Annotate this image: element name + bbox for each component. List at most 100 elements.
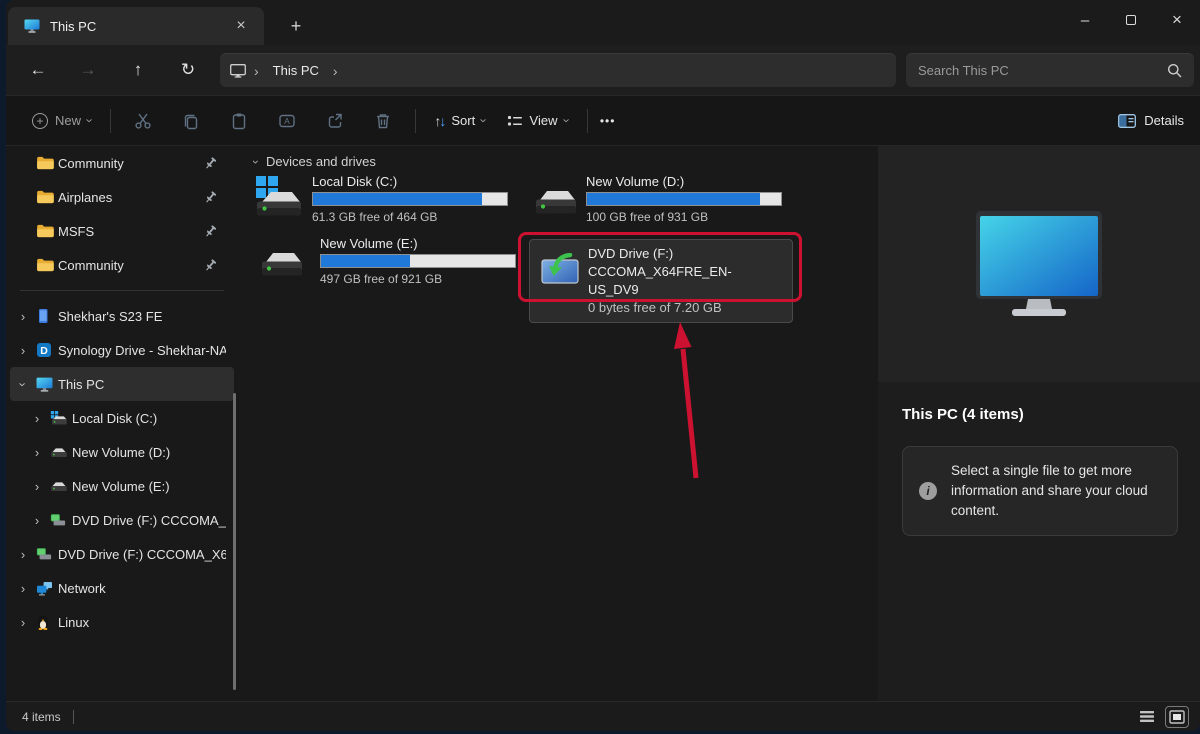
chevron-right-icon[interactable]: › xyxy=(24,445,50,460)
svg-text:A: A xyxy=(285,116,291,126)
pin-icon xyxy=(204,191,220,204)
sidebar-item-dvd-drive-f[interactable]: › DVD Drive (F:) CCCOMA_X64FRE xyxy=(10,537,234,571)
folder-icon xyxy=(36,156,58,170)
maximize-button[interactable] xyxy=(1108,0,1154,40)
sidebar-item-this-pc[interactable]: › This PC xyxy=(10,367,234,401)
chevron-right-icon[interactable]: › xyxy=(10,547,36,562)
toolbar-divider xyxy=(415,109,416,133)
delete-button[interactable] xyxy=(366,104,400,138)
close-tab-icon[interactable]: × xyxy=(228,13,254,39)
capacity-bar xyxy=(312,192,508,206)
drive-name: New Volume (E:) xyxy=(320,236,516,251)
search-icon[interactable] xyxy=(1167,63,1182,78)
drive-item-new-volume-e[interactable]: New Volume (E:) 497 GB free of 921 GB xyxy=(254,236,516,286)
refresh-button[interactable]: ↻ xyxy=(170,54,206,86)
titlebar: This PC × + – × xyxy=(6,0,1200,45)
sidebar-item-new-volume-d[interactable]: › New Volume (D:) xyxy=(10,435,234,469)
statusbar-divider xyxy=(73,710,74,724)
dvd-drive-icon xyxy=(50,513,72,527)
new-button[interactable]: + New › xyxy=(22,104,102,138)
sidebar-scrollbar[interactable] xyxy=(233,393,236,690)
chevron-right-icon[interactable]: › xyxy=(10,309,36,324)
phone-icon xyxy=(36,308,58,324)
pin-icon xyxy=(204,225,220,238)
capacity-bar-fill xyxy=(321,255,410,267)
drive-item-dvd-f[interactable]: DVD Drive (F:) CCCOMA_X64FRE_EN-US_DV9 0… xyxy=(529,239,793,323)
address-monitor-icon xyxy=(230,64,246,78)
close-window-button[interactable]: × xyxy=(1154,0,1200,40)
navigation-sidebar: › Community › Airplanes xyxy=(6,146,238,701)
paste-button[interactable] xyxy=(222,104,256,138)
details-view-toggle[interactable] xyxy=(1136,707,1158,727)
synology-drive-icon: D xyxy=(36,342,58,358)
details-title: This PC (4 items) xyxy=(902,406,1024,423)
sort-icon: ↑↓ xyxy=(434,113,444,129)
large-icons-view-toggle[interactable] xyxy=(1166,707,1188,727)
drive-icon xyxy=(50,480,72,493)
sidebar-item-airplanes[interactable]: › Airplanes xyxy=(10,180,234,214)
network-icon xyxy=(36,581,58,596)
drive-item-new-volume-d[interactable]: New Volume (D:) 100 GB free of 931 GB xyxy=(534,174,782,224)
drive-item-local-disk-c[interactable]: Local Disk (C:) 61.3 GB free of 464 GB xyxy=(254,174,508,224)
sidebar-item-local-disk-c[interactable]: › Local Disk (C:) xyxy=(10,401,234,435)
forward-button[interactable]: → xyxy=(70,54,106,86)
new-tab-button[interactable]: + xyxy=(282,12,310,40)
chevron-down-icon: › xyxy=(477,118,492,122)
sidebar-item-community-1[interactable]: › Community xyxy=(10,146,234,180)
sidebar-item-linux[interactable]: › Linux xyxy=(10,605,234,639)
chevron-right-icon[interactable]: › xyxy=(24,479,50,494)
sidebar-item-phone[interactable]: › Shekhar's S23 FE xyxy=(10,299,234,333)
group-header-devices-and-drives[interactable]: › Devices and drives xyxy=(254,154,376,169)
up-button[interactable]: ↑ xyxy=(120,54,156,86)
drive-free-space: 61.3 GB free of 464 GB xyxy=(312,210,508,224)
drive-volume-label: CCCOMA_X64FRE_EN-US_DV9 xyxy=(588,263,782,299)
breadcrumb-this-pc[interactable]: This PC xyxy=(267,61,325,80)
sort-button[interactable]: ↑↓ Sort › xyxy=(424,104,496,138)
copy-button[interactable] xyxy=(174,104,208,138)
drive-icon xyxy=(534,186,578,216)
minimize-button[interactable]: – xyxy=(1062,0,1108,40)
chevron-right-icon[interactable]: › xyxy=(24,513,50,528)
view-button[interactable]: View › xyxy=(497,104,579,138)
rename-button[interactable]: A xyxy=(270,104,304,138)
sidebar-separator xyxy=(20,290,224,291)
preview-area xyxy=(878,146,1200,382)
tab-this-pc[interactable]: This PC × xyxy=(8,7,264,45)
sidebar-item-new-volume-e[interactable]: › New Volume (E:) xyxy=(10,469,234,503)
chevron-down-icon: › xyxy=(83,118,98,122)
sidebar-item-network[interactable]: › Network xyxy=(10,571,234,605)
chevron-down-icon: › xyxy=(559,118,574,122)
linux-penguin-icon xyxy=(36,614,58,630)
more-options-button[interactable]: ••• xyxy=(600,114,616,128)
chevron-right-icon[interactable]: › xyxy=(10,343,36,358)
this-pc-large-monitor-icon xyxy=(972,209,1106,319)
details-label: Details xyxy=(1144,113,1184,128)
breadcrumb-chevron-icon[interactable]: › xyxy=(333,63,338,79)
share-button[interactable] xyxy=(318,104,352,138)
sidebar-item-dvd-drive-f-child[interactable]: › DVD Drive (F:) CCCOMA_X64FRE xyxy=(10,503,234,537)
navigation-bar: ← → ↑ ↻ › This PC › Search This PC xyxy=(6,45,1200,95)
chevron-right-icon[interactable]: › xyxy=(24,411,50,426)
chevron-down-icon: › xyxy=(249,160,263,164)
command-toolbar: + New › A xyxy=(6,95,1200,146)
capacity-bar xyxy=(586,192,782,206)
sidebar-item-msfs[interactable]: › MSFS xyxy=(10,214,234,248)
chevron-right-icon[interactable]: › xyxy=(10,581,36,596)
folder-icon xyxy=(36,258,58,272)
pin-icon xyxy=(204,157,220,170)
drive-name: New Volume (D:) xyxy=(586,174,782,189)
details-pane-toggle[interactable]: Details xyxy=(1118,113,1184,128)
back-button[interactable]: ← xyxy=(20,54,56,86)
details-info-card: i Select a single file to get more infor… xyxy=(902,446,1178,536)
chevron-right-icon[interactable]: › xyxy=(10,615,36,630)
details-info-text: Select a single file to get more informa… xyxy=(951,461,1163,521)
cut-button[interactable] xyxy=(126,104,160,138)
maximize-icon xyxy=(1126,15,1136,25)
sidebar-item-synology-drive[interactable]: › D Synology Drive - Shekhar-NA xyxy=(10,333,234,367)
capacity-bar-fill xyxy=(313,193,482,205)
search-input[interactable]: Search This PC xyxy=(906,53,1194,87)
pin-icon xyxy=(204,259,220,272)
chevron-down-icon[interactable]: › xyxy=(16,371,31,397)
address-bar[interactable]: › This PC › xyxy=(220,53,896,87)
sidebar-item-community-2[interactable]: › Community xyxy=(10,248,234,282)
